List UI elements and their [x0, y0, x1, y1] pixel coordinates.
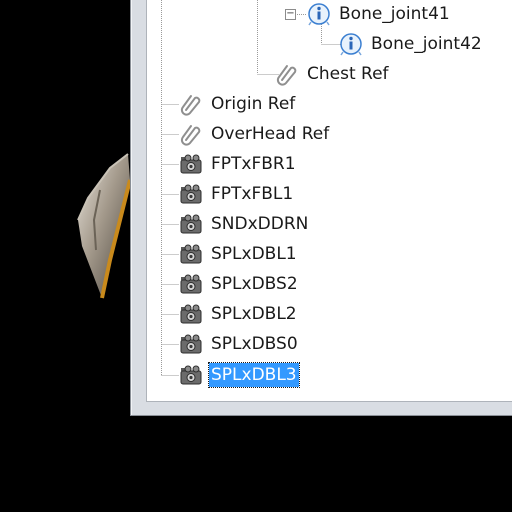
camera-icon: [180, 244, 202, 264]
info-bone-icon: [308, 3, 330, 26]
camera-icon: [180, 304, 202, 324]
info-bone-icon: [340, 33, 362, 56]
tree-node-label: Bone_joint42: [371, 34, 482, 54]
tree-node-label: FPTxFBR1: [211, 154, 296, 174]
scene-tree-panel[interactable]: − Bone_joint41 Bone_joint42 Chest Ref Or…: [146, 0, 512, 402]
camera-icon: [180, 334, 202, 354]
tree-node-label: Chest Ref: [307, 64, 389, 84]
tree-node-fptxfbr1[interactable]: FPTxFBR1: [179, 150, 298, 178]
tree-node-label: Bone_joint41: [339, 4, 450, 24]
tree-node-label: FPTxFBL1: [211, 184, 294, 204]
tree-node-label: SPLxDBS2: [211, 274, 298, 294]
tree-node-label-selected: SPLxDBL3: [208, 362, 300, 388]
tree-node-chest-ref[interactable]: Chest Ref: [275, 60, 391, 88]
camera-icon: [180, 214, 202, 234]
tree-node-splxdbs0[interactable]: SPLxDBS0: [179, 330, 300, 358]
tree-node-label: SPLxDBL1: [211, 244, 297, 264]
tree-node-label: SNDxDDRN: [211, 214, 309, 234]
tree-node-origin-ref[interactable]: Origin Ref: [179, 90, 297, 118]
tree-node-label: OverHead Ref: [211, 124, 330, 144]
camera-icon: [180, 274, 202, 294]
tree-node-splxdbl3[interactable]: SPLxDBL3: [179, 361, 300, 389]
tree-node-overhead-ref[interactable]: OverHead Ref: [179, 120, 331, 148]
camera-icon: [180, 184, 202, 204]
tree-node-splxdbs2[interactable]: SPLxDBS2: [179, 270, 300, 298]
tree-node-label: Origin Ref: [211, 94, 296, 114]
tree-node-fptxfbl1[interactable]: FPTxFBL1: [179, 180, 295, 208]
paperclip-icon: [180, 125, 201, 146]
camera-icon: [180, 154, 202, 174]
tree-node-splxdbl2[interactable]: SPLxDBL2: [179, 300, 299, 328]
tree-node-label: SPLxDBL2: [211, 304, 297, 324]
paperclip-icon: [276, 65, 297, 86]
collapse-toggle[interactable]: −: [285, 9, 296, 20]
tree-node-splxdbl1[interactable]: SPLxDBL1: [179, 240, 299, 268]
tree-node-label: SPLxDBS0: [211, 334, 298, 354]
tree-node-sndxddrn[interactable]: SNDxDDRN: [179, 210, 310, 238]
screen: − Bone_joint41 Bone_joint42 Chest Ref Or…: [0, 0, 512, 512]
tree-node-bone-joint41[interactable]: Bone_joint41: [307, 0, 452, 28]
camera-icon: [180, 365, 202, 385]
paperclip-icon: [180, 95, 201, 116]
tree-node-bone-joint42[interactable]: Bone_joint42: [339, 30, 484, 58]
